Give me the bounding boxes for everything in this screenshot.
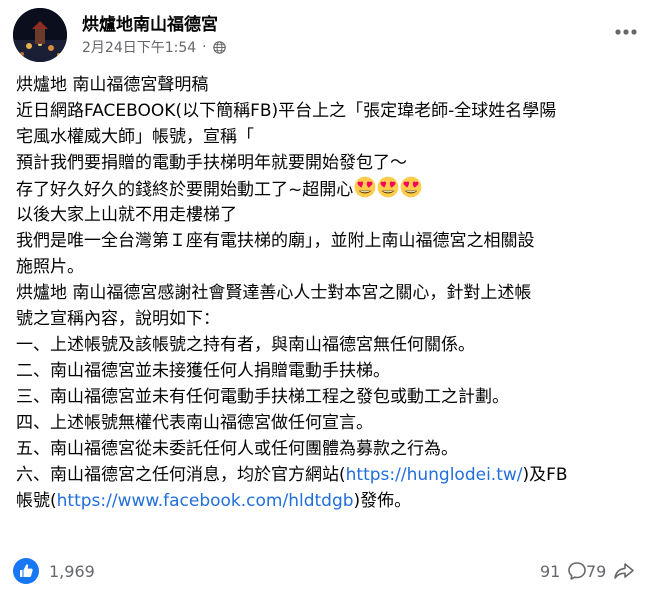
post-line: 五、南山福德宮從未委託任何人或任何團體為募款之行為。 — [16, 439, 458, 459]
globe-icon[interactable] — [212, 40, 226, 54]
post-line: 施照片。 — [16, 257, 84, 277]
comments-button[interactable]: 91 — [540, 557, 588, 585]
post-line-with-emoji: 存了好久好久的錢終於要開始動工了~超開心 — [16, 176, 656, 202]
post-timestamp[interactable]: 2月24日下午1:54 — [82, 37, 196, 57]
post-line-text: 六、南山福德宮之任何消息，均於官方網站( — [16, 465, 346, 485]
post-footer: 1,969 91 79 — [0, 552, 667, 590]
post-text: 烘爐地 南山福德宮聲明稿 近日網路FACEBOOK(以下簡稱FB)平台上之「張定… — [16, 72, 656, 514]
page-name[interactable]: 烘爐地南山福德宮 — [82, 10, 218, 35]
post-meta: 2月24日下午1:54 · — [82, 37, 226, 57]
post-line: 宅風水權威大師」帳號，宣稱「 — [16, 127, 254, 147]
facebook-link[interactable]: https://www.facebook.com/hldtdgb — [57, 491, 354, 511]
post-line: 近日網路FACEBOOK(以下簡稱FB)平台上之「張定瑋老師-全球姓名學陽 — [16, 101, 557, 121]
heart-eyes-emoji-icon — [400, 176, 422, 206]
post-line-text: )發佈。 — [353, 491, 412, 511]
post-line: 三、南山福德宮並未有任何電動手扶梯工程之發包或動工之計劃。 — [16, 387, 509, 407]
share-count: 79 — [586, 561, 607, 581]
post-line-text: )及FB — [522, 465, 568, 485]
more-options-button[interactable] — [608, 18, 644, 46]
post-line: 烘爐地 南山福德宮聲明稿 — [16, 75, 209, 95]
reactions-summary[interactable]: 1,969 — [13, 557, 95, 585]
avatar[interactable] — [13, 8, 67, 62]
meta-separator: · — [202, 39, 207, 55]
post-line: 一、上述帳號及該帳號之持有者，與南山福德宮無任何關係。 — [16, 335, 475, 355]
heart-eyes-emoji-icon — [377, 176, 399, 206]
post-line: 二、南山福德宮並未接獲任何人捐贈電動手扶梯。 — [16, 361, 390, 381]
post-header: 烘爐地南山福德宮 2月24日下午1:54 · — [0, 0, 667, 62]
more-options-icon — [615, 29, 637, 35]
post-line: 四、上述帳號無權代表南山福德宮做任何宣言。 — [16, 413, 373, 433]
like-icon — [13, 558, 39, 584]
post-line: 號之宣稱內容，說明如下： — [16, 309, 220, 329]
reaction-count: 1,969 — [49, 561, 95, 581]
post-line: 烘爐地 南山福德宮感謝社會賢達善心人士對本宮之關心，針對上述帳 — [16, 283, 532, 303]
heart-eyes-emoji-icon — [354, 176, 376, 206]
post-line: 我們是唯一全台灣第Ｉ座有電扶梯的廟」，並附上南山福德宮之相關設 — [16, 231, 535, 251]
post-line-text: 帳號( — [16, 491, 57, 511]
post-line: 以後大家上山就不用走樓梯了 — [16, 205, 237, 225]
post-line-with-link: 帳號(https://www.facebook.com/hldtdgb)發佈。 — [16, 488, 656, 514]
shares-button[interactable]: 79 — [586, 557, 636, 585]
post-line-with-link: 六、南山福德宮之任何消息，均於官方網站(https://hunglodei.tw… — [16, 462, 656, 488]
share-icon — [614, 563, 635, 579]
post-line-text: 存了好久好久的錢終於要開始動工了~超開心 — [16, 180, 354, 200]
website-link[interactable]: https://hunglodei.tw/ — [346, 465, 523, 485]
comment-count: 91 — [540, 561, 561, 581]
avatar-image — [13, 8, 67, 62]
post-line: 預計我們要捐贈的電動手扶梯明年就要開始發包了～ — [16, 153, 407, 173]
